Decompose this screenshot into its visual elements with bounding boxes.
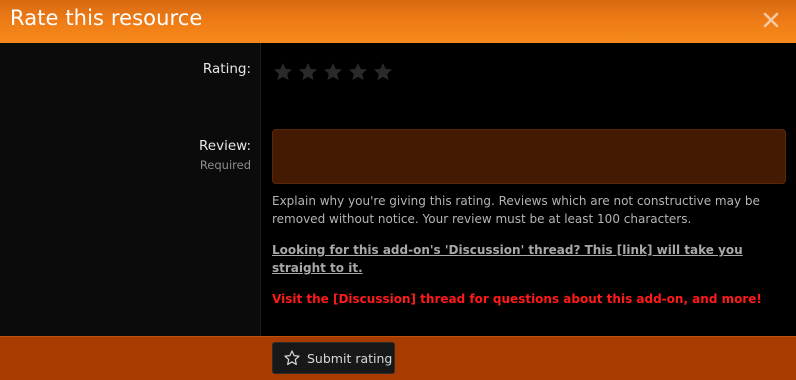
review-explain-text: Explain why you're giving this rating. R…	[272, 194, 760, 226]
discussion-thread-link[interactable]: Looking for this add-on's 'Discussion' t…	[272, 241, 788, 277]
review-textarea[interactable]	[272, 129, 786, 184]
submit-rating-button[interactable]: Submit rating	[272, 342, 395, 374]
star-icon[interactable]	[347, 61, 369, 83]
close-button[interactable]	[758, 7, 784, 33]
submit-rating-label: Submit rating	[307, 350, 393, 366]
star-icon[interactable]	[272, 61, 294, 83]
star-icon[interactable]	[372, 61, 394, 83]
star-icon[interactable]	[322, 61, 344, 83]
star-icon[interactable]	[297, 61, 319, 83]
rating-label: Rating:	[202, 61, 251, 77]
star-outline-icon	[284, 350, 300, 366]
close-icon	[763, 12, 779, 28]
rate-resource-dialog: Rate this resource Rating: Review: Requi…	[0, 0, 796, 380]
dialog-title: Rate this resource	[10, 6, 203, 30]
dialog-footer: Submit rating	[0, 336, 796, 380]
dialog-body: Rating: Review: Required Explain why you…	[0, 43, 796, 336]
rating-stars[interactable]	[272, 61, 394, 83]
discussion-visit-note: Visit the [Discussion] thread for questi…	[272, 292, 762, 306]
review-required-hint: Required	[199, 158, 251, 172]
label-column	[0, 43, 261, 336]
review-label: Review:	[199, 138, 251, 154]
dialog-header: Rate this resource	[0, 0, 796, 43]
